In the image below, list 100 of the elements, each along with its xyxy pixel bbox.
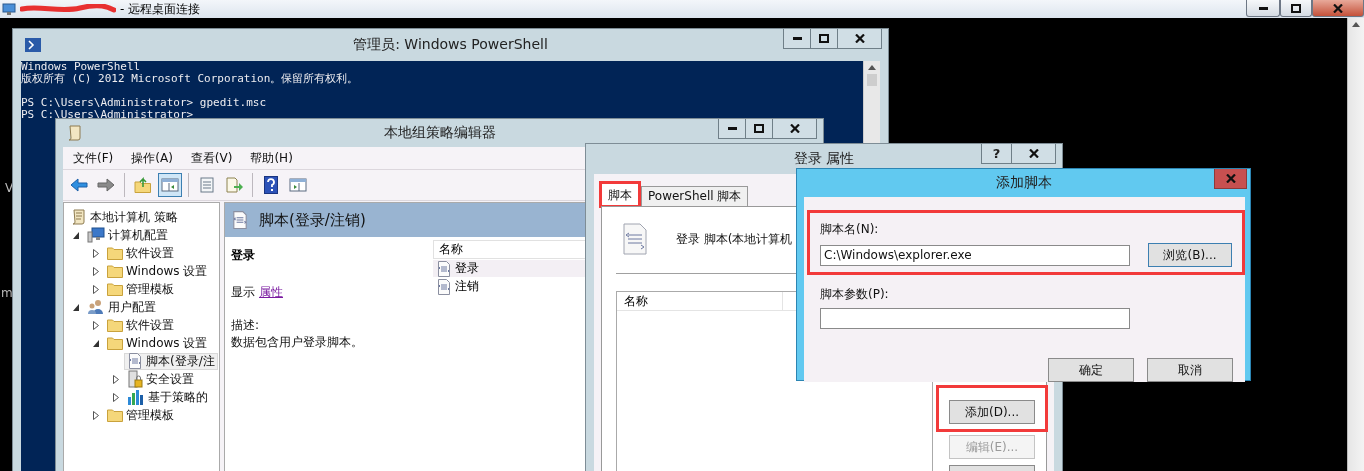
script-name-field[interactable]: C:\Windows\explorer.exe: [820, 244, 1130, 266]
expand-arrow-icon[interactable]: [92, 266, 100, 276]
remote-desktop-icon: [2, 2, 16, 16]
minimize-icon: [727, 127, 737, 130]
expand-arrow-icon[interactable]: [92, 320, 100, 330]
show-label: 显示: [231, 284, 255, 301]
console-line: PS C:\Users\Administrator>: [21, 109, 195, 121]
browse-button[interactable]: 浏览(B)...: [1148, 243, 1232, 267]
folder-up-icon: [134, 177, 152, 193]
folder-icon: [107, 264, 123, 278]
collapse-arrow-icon[interactable]: [72, 230, 80, 240]
minimize-icon: [792, 37, 802, 40]
maximize-icon: [754, 124, 764, 133]
menu-item[interactable]: 文件(F): [69, 149, 122, 167]
tree-item[interactable]: 基于策略的: [124, 388, 211, 406]
maximize-icon: [1291, 3, 1301, 13]
help-icon: [264, 176, 278, 194]
window-title: 管理员: Windows PowerShell: [353, 36, 548, 54]
menu-item[interactable]: 帮助(H): [246, 149, 301, 167]
folder-icon: [107, 408, 123, 422]
dialog-button[interactable]: 添加(D)...: [949, 400, 1035, 424]
computer-icon: [87, 227, 105, 243]
tree-item[interactable]: 用户配置: [84, 298, 159, 316]
window-title: 登录 属性: [793, 150, 855, 168]
expand-arrow-icon[interactable]: [112, 374, 120, 384]
tree-item[interactable]: Windows 设置: [104, 334, 211, 352]
expand-arrow-icon[interactable]: [92, 284, 100, 294]
console-line: 版权所有 (C) 2012 Microsoft Corporation。保留所有权利。: [21, 73, 360, 85]
close-icon: [1028, 149, 1039, 158]
tree-item[interactable]: Windows 设置: [104, 262, 211, 280]
window-title: - 远程桌面连接: [120, 0, 201, 18]
back-arrow-icon: [70, 178, 88, 192]
server-lock-icon: [127, 370, 143, 388]
tree-item[interactable]: 软件设置: [104, 244, 177, 262]
export-list-icon: [225, 177, 243, 193]
properties-link[interactable]: 属性: [259, 284, 283, 301]
console-line: PS C:\Users\Administrator> gpedit.msc: [21, 97, 268, 109]
window-title: 添加脚本: [995, 174, 1052, 192]
tree-item[interactable]: 脚本(登录/注: [124, 352, 218, 370]
scroll-up-icon[interactable]: [1352, 22, 1360, 27]
tab[interactable]: 脚本: [601, 183, 639, 206]
restore-button[interactable]: [1280, 0, 1312, 17]
cancel-button[interactable]: 取消: [1147, 358, 1233, 382]
tree-item[interactable]: 本地计算机 策略: [68, 208, 181, 226]
collapse-arrow-icon[interactable]: [92, 338, 100, 348]
scroll-up-icon[interactable]: [868, 65, 876, 70]
folder-icon: [107, 246, 123, 260]
description-label: 描述:: [231, 317, 261, 334]
detail-title: 脚本(登录/注销): [259, 210, 366, 230]
column-header[interactable]: 名称: [617, 292, 783, 310]
close-button[interactable]: [772, 119, 817, 139]
window-title: 本地组策略编辑器: [383, 124, 496, 142]
folder-icon: [107, 336, 123, 350]
minimize-button[interactable]: [783, 29, 811, 49]
tree-item[interactable]: 软件设置: [104, 316, 177, 334]
properties-icon: [199, 177, 215, 193]
tree-item[interactable]: 计算机配置: [84, 226, 171, 244]
tree-item[interactable]: 安全设置: [124, 370, 197, 388]
pane-view-icon: [289, 177, 307, 193]
close-icon: [1225, 174, 1236, 183]
menu-item[interactable]: 查看(V): [186, 149, 241, 167]
ok-button[interactable]: 确定: [1048, 358, 1134, 382]
scrollbar[interactable]: [1347, 18, 1364, 471]
collapse-arrow-icon[interactable]: [72, 302, 80, 312]
script-description: 登录 脚本(本地计算机: [676, 230, 793, 248]
maximize-button[interactable]: [745, 119, 773, 139]
expand-arrow-icon[interactable]: [112, 392, 120, 402]
folder-icon: [107, 318, 123, 332]
script-icon: [127, 353, 143, 369]
expand-arrow-icon[interactable]: [92, 248, 100, 258]
close-button[interactable]: [1312, 0, 1364, 17]
scroll-thumb[interactable]: [867, 74, 877, 86]
console-line: Windows PowerShell: [21, 61, 142, 73]
section-title: 登录: [231, 247, 256, 264]
close-icon: [789, 124, 800, 133]
close-icon: [854, 34, 865, 43]
scroll-icon: [71, 209, 87, 225]
close-icon: [1333, 3, 1343, 13]
tree-pane-icon: [161, 177, 179, 193]
maximize-button[interactable]: [810, 29, 838, 49]
close-button[interactable]: [1011, 144, 1056, 164]
tree-item[interactable]: 管理模板: [104, 280, 177, 298]
tree-item[interactable]: 管理模板: [104, 406, 177, 424]
menu-item[interactable]: 操作(A): [127, 149, 181, 167]
powershell-icon: [25, 38, 41, 52]
minimize-button[interactable]: [718, 119, 746, 139]
bar-chart-icon: [127, 389, 145, 405]
minimize-icon: [1258, 6, 1268, 10]
close-button[interactable]: [837, 29, 882, 49]
background-text: m: [1, 286, 13, 300]
description-text: 数据包含用户登录脚本。: [231, 334, 364, 351]
maximize-icon: [819, 34, 829, 43]
scroll-icon: [68, 125, 82, 141]
script-icon: [622, 223, 648, 255]
expand-arrow-icon[interactable]: [92, 410, 100, 420]
help-button[interactable]: ?: [981, 144, 1012, 164]
script-params-field[interactable]: [820, 308, 1130, 329]
tab[interactable]: PowerShell 脚本: [641, 186, 749, 206]
field-label: 脚本名(N):: [820, 221, 880, 238]
minimize-button[interactable]: [1246, 0, 1280, 17]
